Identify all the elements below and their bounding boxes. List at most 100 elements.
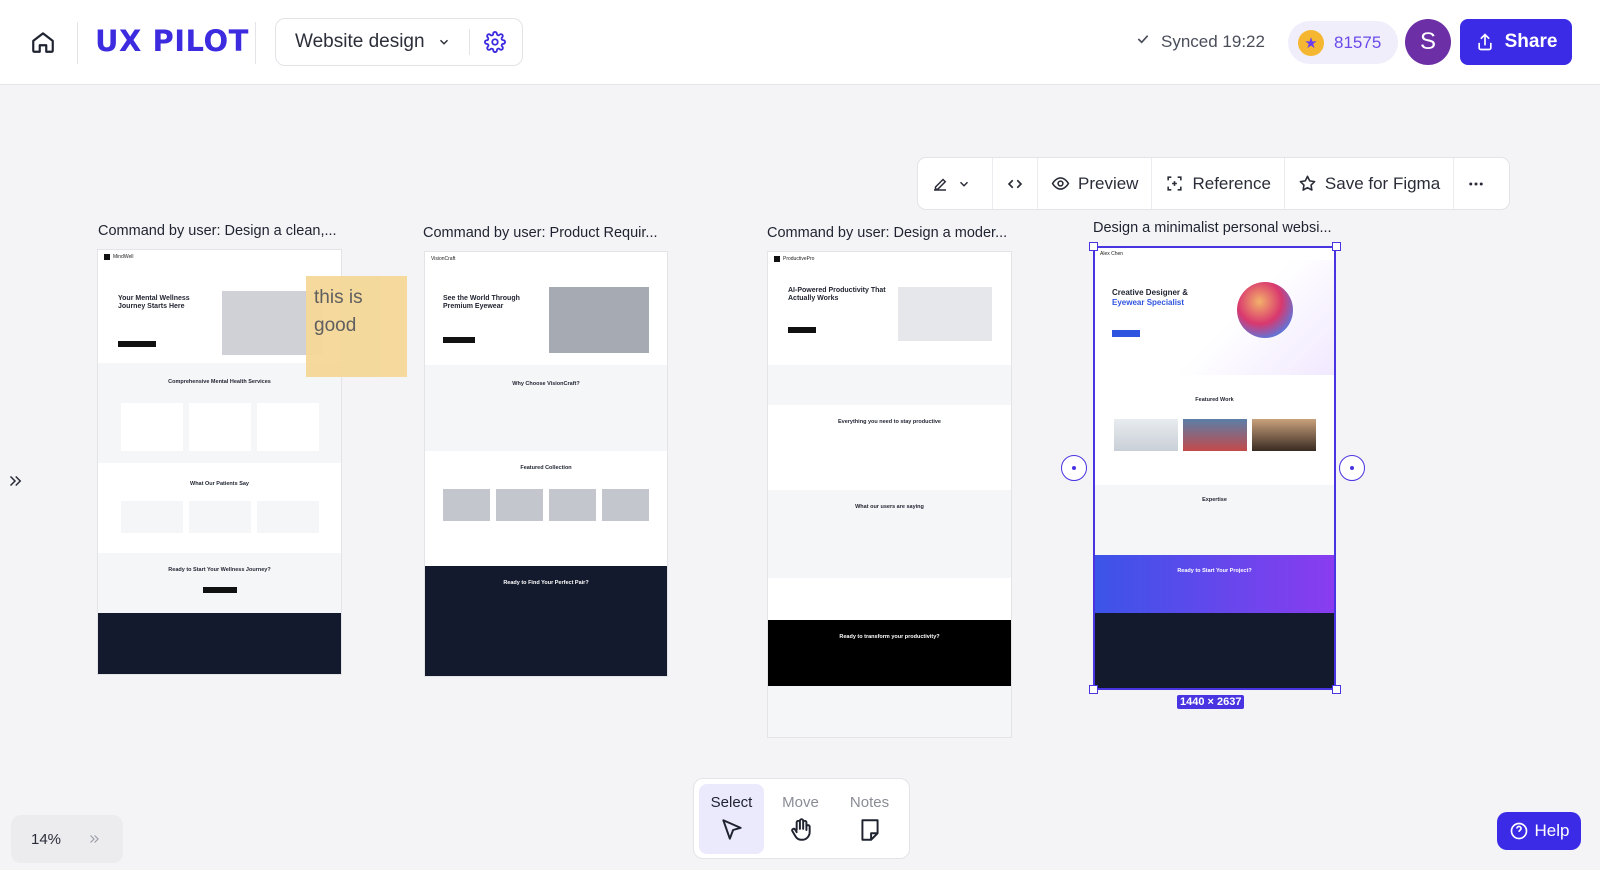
mini-hero-title: See the World Through Premium Eyewear: [443, 295, 520, 310]
mini-card: [188, 501, 251, 533]
mini-button: [788, 327, 816, 333]
reference-button[interactable]: Reference: [1152, 158, 1285, 209]
star-icon: [1299, 175, 1316, 191]
edit-menu-button[interactable]: [918, 158, 993, 209]
mini-nav: MindWell: [98, 250, 341, 263]
mini-work-image: [1113, 419, 1178, 451]
mini-hero-title: AI-Powered Productivity That Actually Wo…: [788, 287, 886, 302]
cursor-icon: [721, 819, 742, 840]
zoom-control[interactable]: 14%: [11, 815, 123, 863]
mini-section: Comprehensive Mental Health Services: [98, 363, 341, 463]
resize-handle[interactable]: [1332, 685, 1341, 694]
mini-footer: [768, 686, 1011, 737]
mini-section: Why Choose VisionCraft?: [425, 365, 667, 451]
mode-select[interactable]: Select: [699, 783, 764, 854]
resize-handle[interactable]: [1089, 685, 1098, 694]
mode-notes[interactable]: Notes: [837, 784, 902, 854]
code-icon: [1007, 179, 1023, 188]
share-icon: [1477, 33, 1492, 51]
app-logo[interactable]: UX PILOT: [95, 24, 249, 58]
hand-icon: [790, 818, 811, 841]
help-label: Help: [1534, 821, 1570, 840]
mini-hero-title: Creative Designer &: [1112, 288, 1189, 297]
design-frame-mindwell[interactable]: MindWell Your Mental Wellness Journey St…: [98, 250, 341, 674]
mini-button: [118, 341, 156, 347]
mini-brand: Alex Chen: [1100, 250, 1124, 257]
project-selector[interactable]: Website design: [275, 18, 523, 66]
mini-button: [443, 337, 475, 343]
divider: [468, 29, 470, 55]
mini-section-title: Everything you need to stay productive: [838, 419, 941, 425]
mini-hero: Your Mental Wellness Journey Starts Here: [98, 263, 341, 363]
mini-card: [256, 403, 319, 451]
star-coin-icon: ★: [1298, 29, 1324, 56]
divider: [255, 22, 256, 64]
gear-icon[interactable]: [483, 31, 506, 53]
mini-hero-image: [898, 287, 992, 341]
side-handle-right[interactable]: [1339, 455, 1365, 481]
credits-badge[interactable]: ★ 81575: [1288, 21, 1398, 64]
mini-button: [202, 587, 237, 593]
divider: [77, 22, 78, 64]
mini-section-title: Why Choose VisionCraft?: [512, 381, 580, 387]
zoom-level: 14%: [31, 830, 62, 848]
mini-hero-image: [549, 287, 649, 353]
mini-footer: [1094, 613, 1335, 689]
code-button[interactable]: [993, 158, 1038, 209]
frame-title[interactable]: Command by user: Product Requir...: [423, 225, 658, 241]
frame-title[interactable]: Design a minimalist personal websi...: [1093, 220, 1332, 236]
mini-card: [188, 403, 251, 451]
mini-cta: Ready to transform your productivity?: [768, 620, 1011, 686]
sticky-note[interactable]: this is good: [306, 276, 407, 377]
chevron-down-icon: [959, 181, 969, 187]
design-frame-productivepro[interactable]: ProductivePro AI-Powered Productivity Th…: [768, 252, 1011, 737]
mini-section-title: Featured Work: [1195, 397, 1234, 403]
mini-section: Featured Collection: [425, 451, 667, 566]
mode-label: Move: [782, 794, 819, 811]
design-frame-visioncraft[interactable]: VisionCraft See the World Through Premiu…: [425, 252, 667, 676]
resize-handle[interactable]: [1332, 242, 1341, 251]
mini-card: [120, 501, 183, 533]
mini-section-title: Comprehensive Mental Health Services: [168, 379, 271, 385]
mini-section: Everything you need to stay productive: [768, 405, 1011, 490]
mini-logos: [768, 365, 1011, 405]
mini-hero: See the World Through Premium Eyewear: [425, 265, 667, 365]
mini-section: Featured Work: [1094, 375, 1335, 485]
mini-section: Expertise: [1094, 485, 1335, 555]
project-name: Website design: [295, 31, 425, 52]
expand-icon[interactable]: [87, 832, 101, 846]
mini-section: What Our Patients Say: [98, 463, 341, 553]
mini-section-title: What Our Patients Say: [190, 481, 249, 487]
mode-move[interactable]: Move: [768, 784, 833, 854]
resize-handle[interactable]: [1089, 242, 1098, 251]
save-for-figma-button[interactable]: Save for Figma: [1285, 158, 1455, 209]
help-button[interactable]: Help: [1497, 812, 1581, 850]
more-options-button[interactable]: [1454, 158, 1498, 209]
share-label: Share: [1504, 31, 1558, 52]
frame-title[interactable]: Command by user: Design a clean,...: [98, 223, 337, 239]
mode-switcher: Select Move Notes: [693, 778, 910, 859]
user-avatar[interactable]: S: [1405, 19, 1451, 65]
preview-button[interactable]: Preview: [1038, 158, 1153, 209]
side-handle-left[interactable]: [1061, 455, 1087, 481]
mode-label: Notes: [849, 794, 890, 811]
chevron-down-icon: [437, 35, 451, 49]
reference-label: Reference: [1192, 173, 1271, 193]
share-button[interactable]: Share: [1460, 19, 1572, 65]
sync-text: Synced 19:22: [1161, 31, 1265, 51]
check-icon: [1135, 31, 1151, 52]
mini-hero-title: Your Mental Wellness Journey Starts Here: [118, 295, 190, 310]
expand-panel-icon[interactable]: [6, 472, 24, 490]
reference-icon: [1167, 176, 1183, 191]
mini-product: [602, 489, 649, 521]
top-bar: UX PILOT Website design Synced 19:22 ★ 8…: [0, 0, 1600, 85]
design-frame-alex-chen[interactable]: Alex Chen Creative Designer & Eyewear Sp…: [1094, 247, 1335, 689]
mini-section-title: What our users are saying: [855, 504, 924, 510]
frame-title[interactable]: Command by user: Design a moder...: [767, 225, 1007, 241]
mini-cta: Ready to Start Your Wellness Journey?: [98, 553, 341, 613]
mini-nav: VisionCraft: [425, 252, 667, 265]
mini-section: What our users are saying: [768, 490, 1011, 578]
mini-card: [120, 403, 183, 451]
save-for-figma-label: Save for Figma: [1324, 173, 1441, 193]
home-icon[interactable]: [28, 27, 58, 57]
